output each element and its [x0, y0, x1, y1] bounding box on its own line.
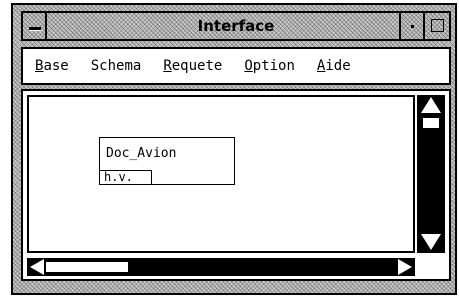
window-title: Interface — [197, 17, 275, 35]
menu-bar: Base Schema Requete Option Aide — [21, 47, 451, 85]
minimize-icon — [411, 25, 414, 28]
horizontal-scroll-thumb[interactable] — [45, 261, 129, 273]
arrow-up-icon[interactable] — [421, 97, 441, 113]
arrow-left-icon[interactable] — [30, 259, 44, 275]
minimize-button[interactable] — [399, 13, 423, 39]
menu-base[interactable]: Base — [35, 58, 69, 74]
menu-schema[interactable]: Schema — [91, 58, 142, 74]
title-bar[interactable]: Interface — [21, 11, 451, 41]
entity-attribute[interactable]: h.v. — [100, 170, 152, 185]
menu-requete[interactable]: Requete — [163, 58, 222, 74]
client-area: Doc_Avion h.v. — [21, 89, 451, 281]
entity-box[interactable]: Doc_Avion h.v. — [99, 137, 235, 185]
arrow-down-icon[interactable] — [421, 234, 441, 250]
maximize-icon — [431, 19, 444, 32]
horizontal-scrollbar[interactable] — [27, 258, 415, 276]
app-window: Interface Base Schema Requete Option Aid… — [11, 3, 457, 295]
entity-name: Doc_Avion — [106, 146, 177, 161]
window-menu-icon — [29, 27, 41, 30]
menu-aide[interactable]: Aide — [317, 58, 351, 74]
menu-option[interactable]: Option — [244, 58, 295, 74]
arrow-right-icon[interactable] — [398, 259, 412, 275]
maximize-button[interactable] — [423, 13, 449, 39]
window-menu-button[interactable] — [23, 13, 47, 39]
vertical-scroll-thumb[interactable] — [422, 117, 440, 129]
vertical-scrollbar[interactable] — [417, 95, 445, 253]
schema-canvas[interactable]: Doc_Avion h.v. — [27, 95, 415, 253]
